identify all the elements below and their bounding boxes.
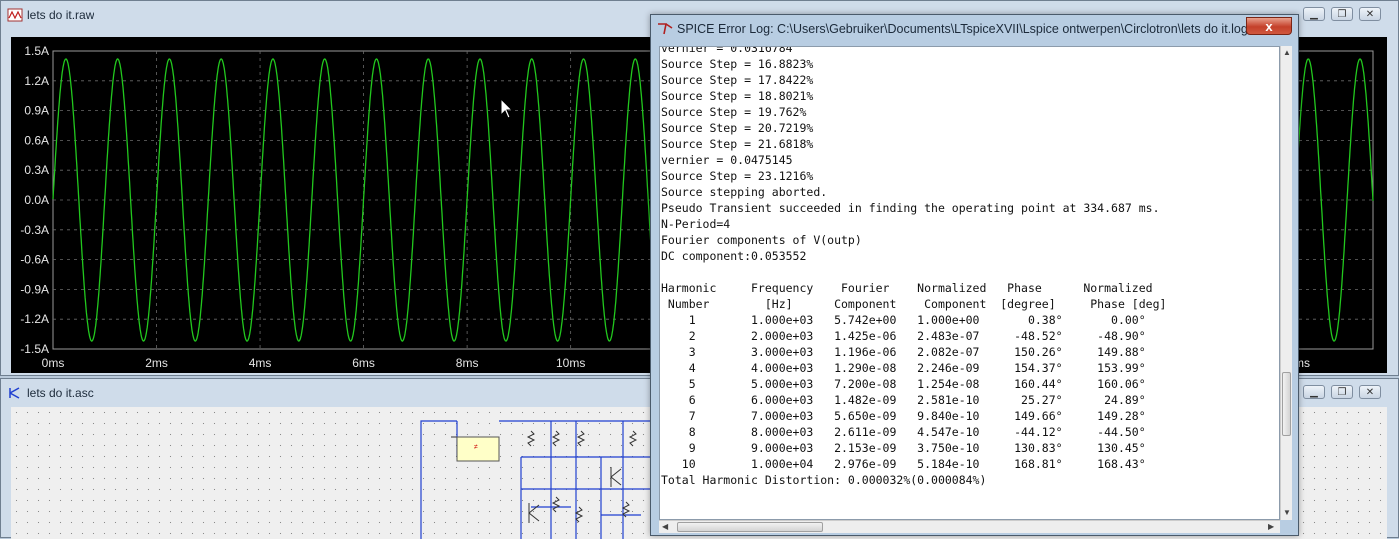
log-content: vernier = 0.0316784 Source Step = 16.8823…: [660, 46, 1279, 488]
log-close-button[interactable]: x: [1246, 17, 1292, 35]
schematic-close-button[interactable]: ✕: [1359, 385, 1381, 399]
log-line: 6 6.000e+03 1.482e-09 2.581e-10 25.27° 2…: [661, 393, 1146, 407]
log-vertical-scroll-thumb[interactable]: [1282, 372, 1291, 436]
log-line: Source Step = 18.8021%: [661, 89, 814, 103]
log-line: N-Period=4: [661, 217, 731, 231]
scroll-up-icon[interactable]: ▲: [1283, 48, 1291, 57]
x-tick-label: 0ms: [42, 356, 65, 370]
minimize-button[interactable]: ▁: [1303, 7, 1325, 21]
log-line: vernier = 0.0475145: [661, 153, 793, 167]
log-line: Pseudo Transient succeeded in finding th…: [661, 201, 1160, 215]
waveform-window-title: lets do it.raw: [27, 8, 95, 22]
ltspice-icon: [658, 23, 673, 35]
y-tick-label: 1.5A: [24, 44, 49, 58]
x-tick-label: 2ms: [145, 356, 168, 370]
schematic-app-icon: [9, 387, 20, 399]
y-tick-label: 1.2A: [24, 74, 49, 88]
log-line: 10 1.000e+04 2.976e-09 5.184e-10 168.81°…: [661, 457, 1146, 471]
y-tick-label: -0.9A: [20, 282, 49, 296]
log-titlebar[interactable]: SPICE Error Log: C:\Users\Gebruiker\Docu…: [651, 15, 1298, 43]
log-line: Source Step = 16.8823%: [661, 57, 814, 71]
x-tick-label: 6ms: [352, 356, 375, 370]
spice-error-log-window[interactable]: SPICE Error Log: C:\Users\Gebruiker\Docu…: [650, 14, 1299, 536]
y-tick-label: -1.2A: [20, 312, 49, 326]
log-line: 8 8.000e+03 2.611e-09 4.547e-10 -44.12° …: [661, 425, 1146, 439]
y-tick-label: 0.0A: [24, 193, 49, 207]
log-line: 7 7.000e+03 5.650e-09 9.840e-10 149.66° …: [661, 409, 1146, 423]
close-button[interactable]: ✕: [1359, 7, 1381, 21]
log-line: Source Step = 19.762%: [661, 105, 807, 119]
y-tick-label: 0.6A: [24, 133, 49, 147]
y-tick-label: 0.3A: [24, 163, 49, 177]
log-line: 9 9.000e+03 2.153e-09 3.750e-10 130.83° …: [661, 441, 1146, 455]
schematic-circuit: ≠: [420, 420, 651, 539]
y-tick-label: -1.5A: [20, 342, 49, 356]
log-line: 1 1.000e+03 5.742e+00 1.000e+00 0.38° 0.…: [661, 313, 1146, 327]
schematic-window-title: lets do it.asc: [27, 386, 94, 400]
scroll-right-icon[interactable]: ▶: [1268, 522, 1274, 531]
svg-text:≠: ≠: [474, 444, 478, 451]
y-tick-label: -0.3A: [20, 223, 49, 237]
x-tick-label: 10ms: [556, 356, 585, 370]
restore-button[interactable]: ❐: [1331, 7, 1353, 21]
log-line: 4 4.000e+03 1.290e-08 2.246e-09 154.37° …: [661, 361, 1146, 375]
log-line: 2 2.000e+03 1.425e-06 2.483e-07 -48.52° …: [661, 329, 1146, 343]
mouse-cursor-icon: [500, 98, 514, 119]
log-line: 5 5.000e+03 7.200e-08 1.254e-08 160.44° …: [661, 377, 1146, 391]
log-line: DC component:0.053552: [661, 249, 807, 263]
y-tick-label: 0.9A: [24, 104, 49, 118]
x-tick-label: 4ms: [249, 356, 272, 370]
log-line: Fourier components of V(outp): [661, 233, 862, 247]
log-line: Source Step = 20.7219%: [661, 121, 814, 135]
log-horizontal-scroll-thumb[interactable]: [677, 522, 823, 532]
log-line: Harmonic Frequency Fourier Normalized Ph…: [661, 281, 1153, 295]
log-line: Source stepping aborted.: [661, 185, 828, 199]
scroll-left-icon[interactable]: ◀: [662, 522, 668, 531]
log-text-area[interactable]: vernier = 0.0316784 Source Step = 16.8823…: [659, 46, 1280, 520]
schematic-minimize-button[interactable]: ▁: [1303, 385, 1325, 399]
log-line: vernier = 0.0316784: [661, 46, 793, 55]
y-tick-label: -0.6A: [20, 253, 49, 267]
log-vertical-scrollbar[interactable]: ▲ ▼: [1280, 46, 1292, 520]
log-line: Source Step = 17.8422%: [661, 73, 814, 87]
log-line: Total Harmonic Distortion: 0.000032%(0.0…: [661, 473, 987, 487]
x-tick-label: 8ms: [456, 356, 479, 370]
log-window-title: SPICE Error Log: C:\Users\Gebruiker\Docu…: [677, 22, 1248, 36]
log-line: Number [Hz] Component Component [degree]…: [661, 297, 1167, 311]
log-line: Source Step = 23.1216%: [661, 169, 814, 183]
waveform-app-icon: [7, 8, 23, 22]
log-horizontal-scrollbar[interactable]: ◀ ▶: [659, 520, 1280, 533]
log-line: Source Step = 21.6818%: [661, 137, 814, 151]
log-line: 3 3.000e+03 1.196e-06 2.082e-07 150.26° …: [661, 345, 1146, 359]
scroll-down-icon[interactable]: ▼: [1283, 508, 1291, 517]
schematic-restore-button[interactable]: ❐: [1331, 385, 1353, 399]
